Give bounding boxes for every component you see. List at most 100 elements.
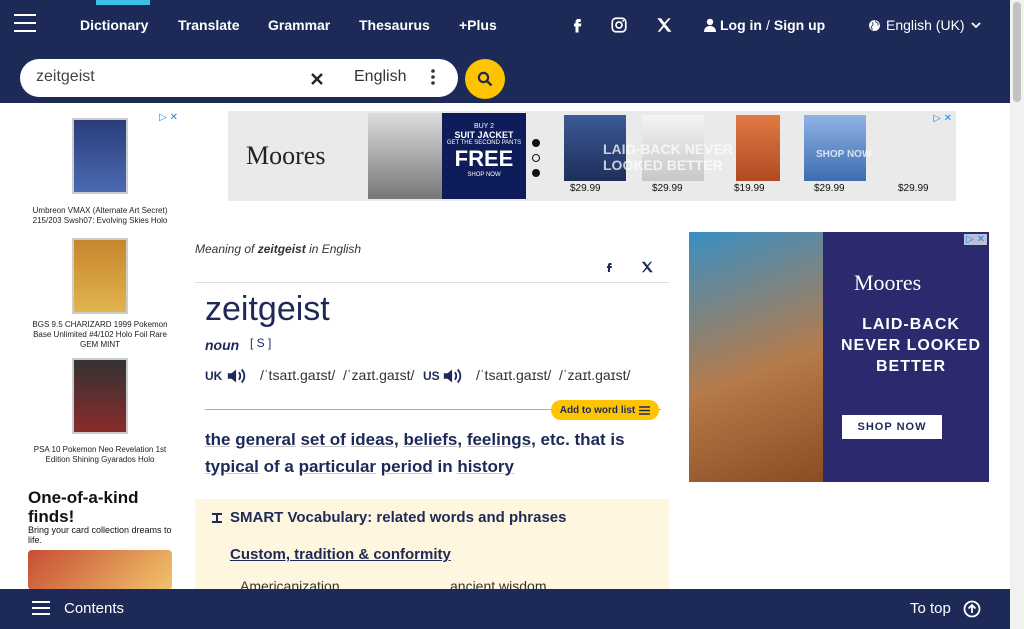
search-button[interactable] [465,59,505,99]
chevron-down-icon [970,22,981,29]
ad-promo-text[interactable]: One-of-a-kind finds! [28,488,174,526]
card-image[interactable] [72,238,128,314]
nav-translate[interactable]: Translate [178,17,239,33]
def-word[interactable]: the [205,430,231,449]
uk-audio-icon[interactable] [226,366,248,386]
def-word[interactable]: typical [205,457,259,476]
to-top-button[interactable]: To top [910,600,951,617]
def-word[interactable]: feelings [467,430,531,449]
top-navigation-bar: Dictionary Translate Grammar Thesaurus +… [0,0,1010,53]
smart-vocab-icon[interactable] [211,511,223,525]
smart-vocabulary-panel: SMART Vocabulary: related words and phra… [195,499,669,599]
language-selector[interactable]: English (UK) [868,17,982,33]
login-separator: / [766,17,770,33]
banner-overlay-text: LAID-BACK NEVER LOOKED BETTER [603,141,733,173]
promo-top: BUY 2 [473,123,495,130]
ad-caption[interactable]: BGS 9.5 CHARIZARD 1999 Pokemon Base Unli… [26,320,174,350]
page-scrollbar[interactable] [1010,0,1024,629]
def-word[interactable]: general [235,430,295,449]
share-facebook-button[interactable] [598,256,620,278]
ad-shop-now-button[interactable]: SHOP NOW [842,415,942,439]
menu-icon[interactable] [14,14,36,34]
signup-link[interactable]: Sign up [774,17,825,33]
ad-promo-tile: BUY 2 SUIT JACKET GET THE SECOND PANTS F… [442,113,526,199]
login-link[interactable]: Log in [720,17,762,33]
ad-brand-logo: Moores [246,141,326,170]
ad-choices-icon[interactable]: ▷ ✕ [933,113,952,124]
carousel-dot[interactable] [532,169,540,177]
nav-active-indicator [96,0,150,5]
ad-caption[interactable]: Umbreon VMAX (Alternate Art Secret) 215/… [26,206,174,226]
add-to-list-label: Add to word list [559,404,636,416]
ad-choices-icon[interactable]: ▷ ✕ [159,112,178,123]
card-image[interactable] [72,358,128,434]
nav-thesaurus[interactable]: Thesaurus [359,17,430,33]
uk-ipa-2: /ˈzaɪt.ɡaɪst/ [343,367,415,383]
def-word[interactable]: ideas [351,430,394,449]
def-word[interactable]: set of [300,430,345,449]
def-word[interactable]: history [457,457,514,476]
uk-label: UK [205,369,223,383]
banner-shop-text: SHOP NOW [816,149,872,160]
ad-photo[interactable] [28,550,172,590]
bottom-bar: Contents To top [0,589,1010,629]
nav-plus[interactable]: +Plus [459,17,497,33]
us-ipa-1: /ˈtsaɪt.ɡaɪst/ [476,367,552,383]
nav-grammar[interactable]: Grammar [268,17,330,33]
meaning-prefix: Meaning of [195,242,255,256]
def-text: of a [263,457,294,476]
globe-icon [869,19,880,31]
contents-button[interactable]: Contents [64,600,124,617]
ad-photo [689,232,823,482]
card-image[interactable] [72,118,128,194]
share-x-button[interactable] [634,256,660,278]
ad-caption[interactable]: PSA 10 Pokemon Neo Revelation 1st Editio… [26,445,174,465]
def-punct: , [457,430,463,449]
grammar-code[interactable]: [ S ] [250,336,271,350]
def-punct: , [394,430,399,449]
instagram-icon[interactable] [610,16,628,34]
us-audio-icon[interactable] [442,366,464,386]
login-signup: Log in / Sign up [704,17,825,33]
def-word[interactable]: particular [299,457,376,476]
x-twitter-icon [641,261,653,273]
search-input[interactable] [36,68,306,86]
contents-icon[interactable] [32,601,50,615]
price-label: $29.99 [570,183,601,194]
scrollbar-thumb[interactable] [1013,2,1021,102]
right-sidebar-ad[interactable]: Moores LAID-BACK NEVER LOOKED BETTER SHO… [689,232,989,482]
ad-headline: LAID-BACK NEVER LOOKED BETTER [841,316,982,375]
search-icon [477,71,493,87]
carousel-dot[interactable] [532,139,540,147]
smart-vocab-title: SMART Vocabulary: related words and phra… [230,509,567,526]
part-of-speech[interactable]: noun [205,337,239,353]
nav-dictionary[interactable]: Dictionary [80,17,148,33]
x-twitter-icon[interactable] [655,16,673,34]
meaning-suffix: in English [309,242,362,256]
more-options-icon[interactable] [430,68,436,86]
ad-sub-text[interactable]: Bring your card collection dreams to lif… [28,525,174,545]
search-box: English [20,59,458,97]
clear-search-button[interactable] [306,68,328,90]
meaning-word: zeitgeist [257,242,306,256]
banner-ad[interactable]: Moores BUY 2 SUIT JACKET GET THE SECOND … [228,111,956,201]
ad-product-shirt[interactable] [804,115,866,181]
carousel-dot[interactable] [532,154,540,162]
facebook-icon [607,263,612,272]
arrow-up-circle-icon[interactable] [963,600,981,618]
ad-choices-icon[interactable]: ▷ ✕ [964,234,987,245]
def-word[interactable]: beliefs [403,430,457,449]
left-sidebar-ad[interactable]: ▷ ✕ Umbreon VMAX (Alternate Art Secret) … [20,110,180,590]
smart-vocab-topic-link[interactable]: Custom, tradition & conformity [230,546,451,563]
def-word[interactable]: period [381,457,433,476]
definition: the general set of ideas, beliefs, feeli… [205,426,661,480]
price-label: $19.99 [734,183,765,194]
def-text: , etc. that is [531,430,625,449]
add-to-word-list-button[interactable]: Add to word list [551,400,659,420]
promo-mid: SUIT JACKET [454,130,514,140]
price-label: $29.99 [898,183,929,194]
facebook-icon[interactable] [568,16,586,34]
dictionary-selector[interactable]: English [354,68,406,86]
list-icon [639,405,651,415]
uk-ipa-1: /ˈtsaɪt.ɡaɪst/ [260,367,336,383]
